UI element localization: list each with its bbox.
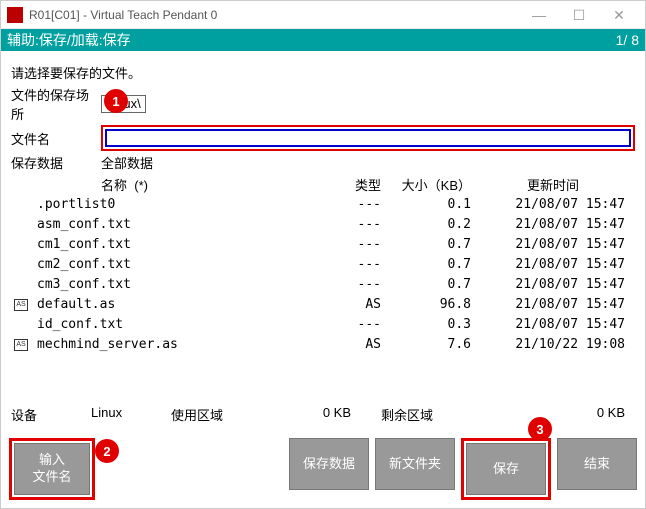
- file-name: default.as: [31, 297, 321, 312]
- file-date: 21/08/07 15:47: [471, 237, 635, 252]
- col-star: (*): [134, 178, 148, 193]
- col-size: 大小（KB）: [381, 175, 471, 194]
- maximize-button[interactable]: ☐: [559, 3, 599, 27]
- close-button[interactable]: ✕: [599, 3, 639, 27]
- filename-highlight: [101, 125, 635, 151]
- input-filename-button[interactable]: 输入 文件名: [14, 443, 90, 495]
- page-indicator: 1/ 8: [616, 32, 639, 48]
- file-name: asm_conf.txt: [31, 217, 321, 232]
- file-row[interactable]: cm3_conf.txt---0.721/08/07 15:47: [11, 274, 635, 294]
- file-type: ---: [321, 197, 381, 212]
- filename-input[interactable]: [105, 129, 631, 147]
- col-date: 更新时间: [471, 175, 635, 194]
- file-size: 0.3: [381, 317, 471, 332]
- file-row[interactable]: ASmechmind_server.asAS7.621/10/22 19:08: [11, 334, 635, 354]
- location-label: 文件的保存场所: [11, 85, 101, 123]
- used-value: 0 KB: [281, 405, 351, 424]
- prompt-text: 请选择要保存的文件。: [11, 63, 635, 82]
- savedata-label: 保存数据: [11, 153, 101, 172]
- file-row[interactable]: .portlist0---0.121/08/07 15:47: [11, 194, 635, 214]
- free-label: 剩余区域: [351, 405, 461, 424]
- breadcrumb: 辅助:保存/加载:保存: [7, 30, 616, 50]
- file-type: AS: [321, 337, 381, 352]
- content-area: 请选择要保存的文件。 文件的保存场所 Linux\ 文件名 保存数据 全部数据 …: [1, 51, 645, 432]
- input-filename-highlight: 输入 文件名: [9, 438, 95, 500]
- file-date: 21/10/22 19:08: [471, 337, 635, 352]
- file-size: 0.7: [381, 257, 471, 272]
- callout-3: 3: [528, 417, 552, 441]
- file-type: ---: [321, 217, 381, 232]
- callout-2: 2: [95, 439, 119, 463]
- file-size: 0.7: [381, 237, 471, 252]
- device-value: Linux: [91, 405, 171, 424]
- file-type: AS: [321, 297, 381, 312]
- end-button[interactable]: 结束: [557, 438, 637, 490]
- column-headers: 名称 (*) 类型 大小（KB） 更新时间: [11, 175, 635, 194]
- file-name: cm3_conf.txt: [31, 277, 321, 292]
- callout-1: 1: [104, 89, 128, 113]
- file-row[interactable]: ASdefault.asAS96.821/08/07 15:47: [11, 294, 635, 314]
- new-folder-button[interactable]: 新文件夹: [375, 438, 455, 490]
- filename-row: 文件名: [11, 125, 635, 151]
- col-type: 类型: [321, 175, 381, 194]
- file-size: 96.8: [381, 297, 471, 312]
- device-label: 设备: [11, 405, 91, 424]
- file-name: cm2_conf.txt: [31, 257, 321, 272]
- file-name: .portlist0: [31, 197, 321, 212]
- file-row[interactable]: cm2_conf.txt---0.721/08/07 15:47: [11, 254, 635, 274]
- titlebar: R01[C01] - Virtual Teach Pendant 0 — ☐ ✕: [1, 1, 645, 29]
- file-list: .portlist0---0.121/08/07 15:47asm_conf.t…: [11, 194, 635, 391]
- file-type: ---: [321, 257, 381, 272]
- minimize-button[interactable]: —: [519, 3, 559, 27]
- file-date: 21/08/07 15:47: [471, 217, 635, 232]
- file-row[interactable]: cm1_conf.txt---0.721/08/07 15:47: [11, 234, 635, 254]
- file-date: 21/08/07 15:47: [471, 197, 635, 212]
- spacer: [101, 438, 283, 500]
- used-label: 使用区域: [171, 405, 281, 424]
- savedata-row: 保存数据 全部数据: [11, 153, 635, 172]
- filename-label: 文件名: [11, 129, 101, 148]
- save-button[interactable]: 保存: [466, 443, 546, 495]
- breadcrumb-bar: 辅助:保存/加载:保存 1/ 8: [1, 29, 645, 51]
- file-type: ---: [321, 317, 381, 332]
- file-size: 0.7: [381, 277, 471, 292]
- file-type: ---: [321, 277, 381, 292]
- file-type-icon: AS: [11, 298, 31, 311]
- file-date: 21/08/07 15:47: [471, 297, 635, 312]
- file-name: id_conf.txt: [31, 317, 321, 332]
- file-size: 0.1: [381, 197, 471, 212]
- file-name: cm1_conf.txt: [31, 237, 321, 252]
- window-title: R01[C01] - Virtual Teach Pendant 0: [29, 8, 519, 22]
- col-name: 名称: [101, 178, 127, 193]
- file-date: 21/08/07 15:47: [471, 317, 635, 332]
- file-type: ---: [321, 237, 381, 252]
- save-highlight: 保存: [461, 438, 551, 500]
- savedata-value: 全部数据: [101, 153, 635, 172]
- file-name: mechmind_server.as: [31, 337, 321, 352]
- file-row[interactable]: id_conf.txt---0.321/08/07 15:47: [11, 314, 635, 334]
- app-icon: [7, 7, 23, 23]
- file-row[interactable]: asm_conf.txt---0.221/08/07 15:47: [11, 214, 635, 234]
- save-data-button[interactable]: 保存数据: [289, 438, 369, 490]
- file-size: 7.6: [381, 337, 471, 352]
- file-date: 21/08/07 15:47: [471, 257, 635, 272]
- file-date: 21/08/07 15:47: [471, 277, 635, 292]
- file-size: 0.2: [381, 217, 471, 232]
- file-type-icon: AS: [11, 338, 31, 351]
- window: R01[C01] - Virtual Teach Pendant 0 — ☐ ✕…: [0, 0, 646, 509]
